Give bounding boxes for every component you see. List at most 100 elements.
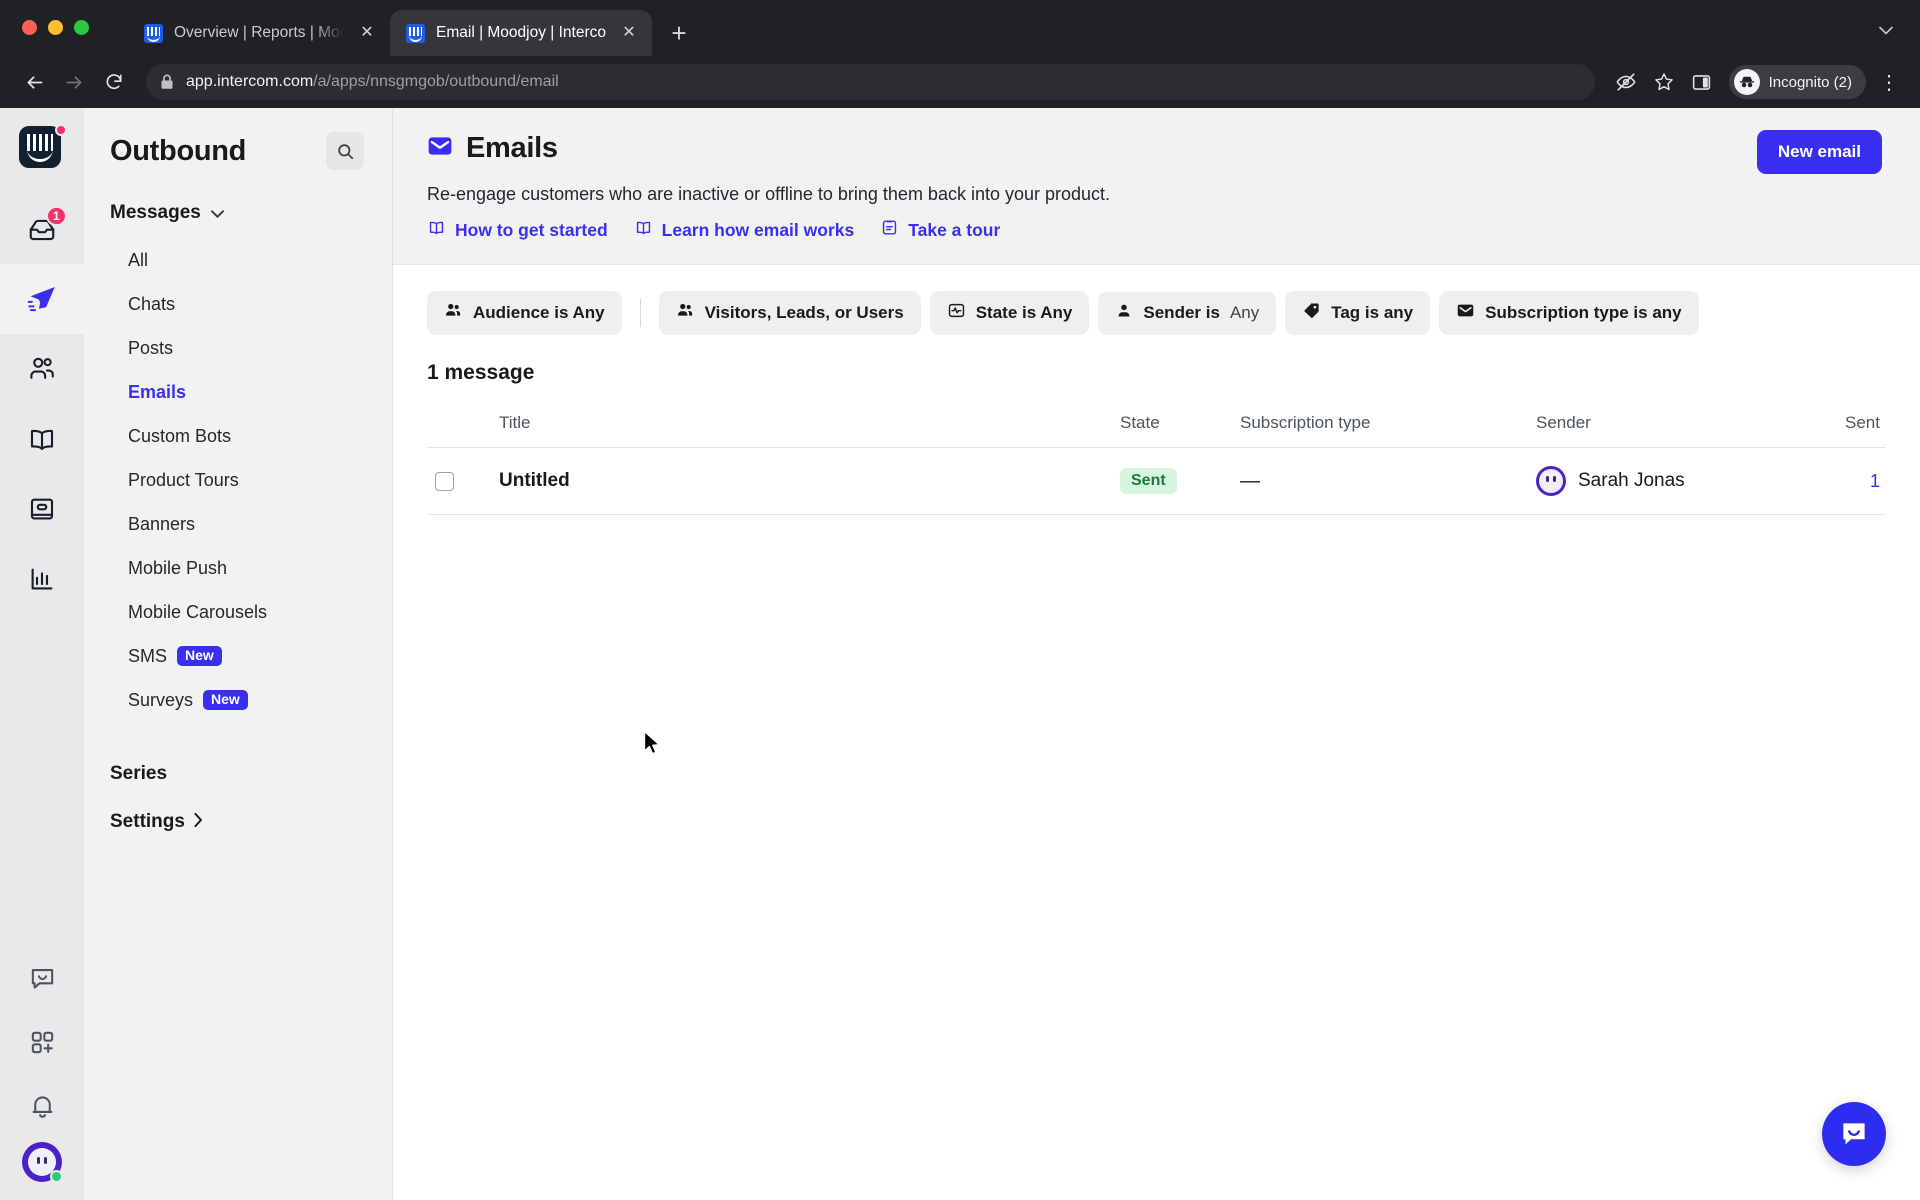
- inbox-unread-badge: 1: [46, 206, 67, 226]
- filter-label: Sender is: [1143, 303, 1220, 322]
- sidebar-nav: Outbound Messages All Chats Posts Emails: [84, 108, 393, 1200]
- column-sender-header: Sender: [1536, 413, 1591, 432]
- back-arrow-icon[interactable]: [16, 64, 52, 100]
- sidebar-item-settings[interactable]: Settings: [84, 798, 392, 846]
- filter-value: Any: [1229, 303, 1260, 322]
- profile-button[interactable]: Incognito (2): [1728, 65, 1866, 99]
- sidebar-item-mobile-carousels[interactable]: Mobile Carousels: [84, 590, 392, 634]
- sidebar-item-banners[interactable]: Banners: [84, 502, 392, 546]
- page-description: Re-engage customers who are inactive or …: [427, 184, 1111, 204]
- rail-item-articles[interactable]: [0, 404, 84, 474]
- row-title-cell: Untitled: [499, 470, 1120, 492]
- sidebar-item-chats[interactable]: Chats: [84, 282, 392, 326]
- rail-item-inbox[interactable]: 1: [0, 194, 84, 264]
- filter-label: Audience is Any: [473, 303, 605, 322]
- sidebar-item-sms[interactable]: SMS New: [84, 634, 392, 678]
- row-sent-count[interactable]: 1: [1870, 471, 1880, 491]
- icon-rail: 1: [0, 108, 84, 1200]
- maximize-window-button[interactable]: [74, 20, 89, 35]
- forward-arrow-icon[interactable]: [56, 64, 92, 100]
- rail-item-contacts[interactable]: [0, 334, 84, 404]
- browser-tab-1[interactable]: Overview | Reports | Moodjoy | ✕: [128, 10, 390, 56]
- row-checkbox[interactable]: [435, 471, 454, 491]
- link-learn-how-email-works[interactable]: Learn how email works: [634, 218, 854, 242]
- table-row[interactable]: Untitled Sent — Sarah Jonas 1: [427, 447, 1886, 515]
- sidebar-item-label: Chats: [128, 293, 176, 314]
- chevron-right-icon: [194, 811, 203, 833]
- browser-tab-2-title: Email | Moodjoy | Intercom: [436, 24, 606, 41]
- sidebar-settings-label: Settings: [110, 811, 185, 832]
- rail-item-apps[interactable]: [0, 1010, 84, 1074]
- sidebar-item-mobile-push[interactable]: Mobile Push: [84, 546, 392, 590]
- close-window-button[interactable]: [22, 20, 37, 35]
- intercom-favicon-icon: [406, 23, 425, 43]
- sidebar-item-all[interactable]: All: [84, 238, 392, 282]
- chevron-down-icon: [210, 206, 224, 221]
- filter-audience[interactable]: Audience is Any: [427, 291, 622, 335]
- messenger-launcher-button[interactable]: [1822, 1102, 1886, 1166]
- column-state-header: State: [1120, 413, 1160, 432]
- sidebar-item-label: All: [128, 249, 149, 270]
- new-email-button[interactable]: New email: [1756, 130, 1882, 174]
- row-checkbox-cell: [427, 471, 499, 491]
- filter-sender[interactable]: Sender is Any: [1098, 291, 1277, 335]
- filter-subscription-type[interactable]: Subscription type is any: [1439, 291, 1699, 335]
- sidebar-group-messages[interactable]: Messages: [84, 202, 392, 224]
- rail-item-outbound[interactable]: [0, 264, 84, 334]
- rail-item-messenger[interactable]: [0, 946, 84, 1010]
- browser-tab-2[interactable]: Email | Moodjoy | Intercom ✕: [390, 10, 652, 56]
- app-container: 1 Outbound Messages All Chats Posts Emai…: [0, 108, 1920, 1200]
- filter-state[interactable]: State is Any: [929, 291, 1090, 335]
- minimize-window-button[interactable]: [48, 20, 63, 35]
- sidebar-item-series[interactable]: Series: [84, 750, 392, 798]
- row-title[interactable]: Untitled: [499, 470, 570, 491]
- row-sender-cell: Sarah Jonas: [1536, 466, 1826, 496]
- tabs-container: Overview | Reports | Moodjoy | ✕ Email |…: [128, 0, 696, 56]
- reload-icon[interactable]: [96, 64, 132, 100]
- status-badge: Sent: [1120, 468, 1177, 494]
- sidebar-item-custom-bots[interactable]: Custom Bots: [84, 414, 392, 458]
- hide-tracking-icon[interactable]: [1609, 65, 1643, 99]
- sidebar-item-emails[interactable]: Emails: [84, 370, 392, 414]
- message-count: 1 message: [427, 361, 535, 384]
- page-title-row: Emails: [427, 132, 1882, 165]
- sidebar-header: Outbound: [84, 132, 392, 170]
- sidebar-series-label: Series: [110, 763, 168, 784]
- link-label: How to get started: [455, 219, 608, 240]
- filter-visitors-leads-users[interactable]: Visitors, Leads, or Users: [658, 291, 921, 335]
- sidebar-item-product-tours[interactable]: Product Tours: [84, 458, 392, 502]
- column-title-header: Title: [499, 413, 531, 432]
- filter-label: State is Any: [975, 303, 1073, 322]
- search-icon[interactable]: [326, 132, 364, 170]
- people-icon: [444, 301, 463, 325]
- chevron-down-icon[interactable]: [1872, 16, 1900, 44]
- sidebar-item-new-badge: New: [177, 645, 222, 667]
- avatar[interactable]: [22, 1142, 63, 1183]
- link-take-a-tour[interactable]: Take a tour: [880, 218, 1000, 242]
- intercom-logo[interactable]: [19, 124, 67, 172]
- bookmark-star-icon[interactable]: [1647, 65, 1681, 99]
- pulse-icon: [947, 301, 966, 325]
- rail-item-notifications[interactable]: [0, 1074, 84, 1138]
- link-how-to-get-started[interactable]: How to get started: [427, 218, 608, 242]
- sidebar-item-new-badge: New: [203, 689, 248, 711]
- browser-tab-2-close-icon[interactable]: ✕: [617, 21, 641, 45]
- sidebar-item-posts[interactable]: Posts: [84, 326, 392, 370]
- intercom-favicon-icon: [144, 23, 163, 43]
- browser-tab-1-close-icon[interactable]: ✕: [355, 21, 379, 45]
- sidebar-item-surveys[interactable]: Surveys New: [84, 678, 392, 722]
- side-panel-icon[interactable]: [1685, 65, 1719, 99]
- page-title: Outbound: [110, 134, 247, 167]
- browser-menu-icon[interactable]: ⋮: [1874, 65, 1904, 99]
- filter-tag[interactable]: Tag is any: [1285, 291, 1431, 335]
- rail-item-knowledge[interactable]: [0, 474, 84, 544]
- envelope-icon: [427, 133, 453, 164]
- new-tab-button[interactable]: +: [662, 16, 696, 50]
- window-traffic-lights: [22, 20, 89, 35]
- sidebar-item-label: Mobile Push: [128, 557, 228, 578]
- address-bar[interactable]: app.intercom.com/a/apps/nnsgmgob/outboun…: [146, 64, 1595, 100]
- filter-label: Subscription type is any: [1485, 303, 1682, 322]
- rail-item-reports[interactable]: [0, 544, 84, 614]
- row-sender-name: Sarah Jonas: [1578, 470, 1685, 491]
- url-path: /a/apps/nnsgmgob/outbound/email: [313, 73, 559, 90]
